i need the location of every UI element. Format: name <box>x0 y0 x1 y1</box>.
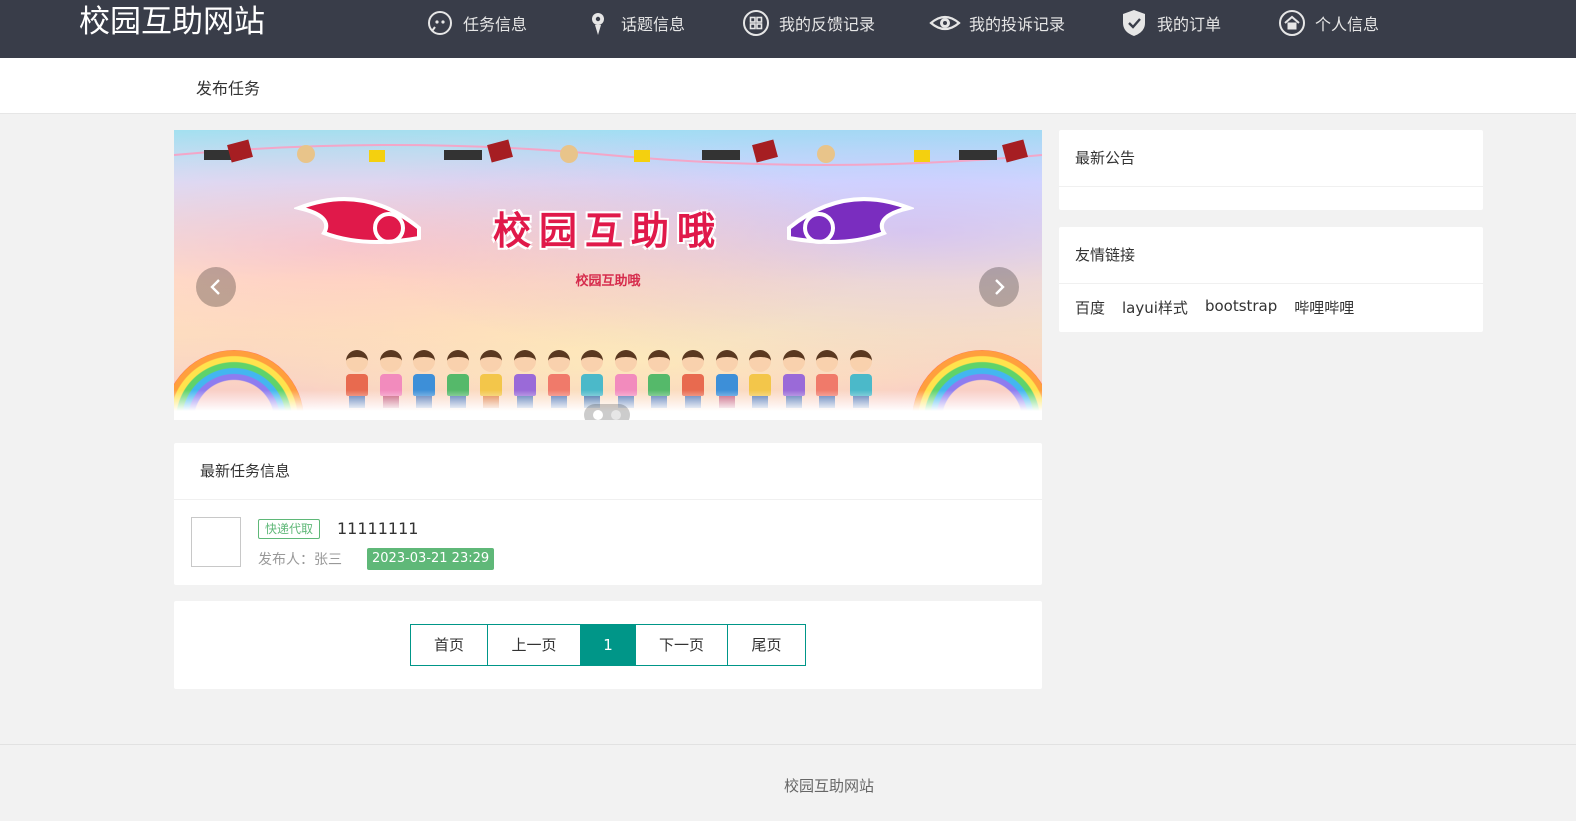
notice-heading: 最新公告 <box>1059 130 1483 187</box>
latest-tasks-panel: 最新任务信息 快递代取 11111111 发布人：张三 2023-03-21 2… <box>174 443 1042 585</box>
link-bilibili[interactable]: 哔哩哔哩 <box>1294 297 1354 318</box>
friend-links-heading: 友情链接 <box>1059 227 1483 284</box>
latest-tasks-heading: 最新任务信息 <box>174 443 1042 500</box>
first-page-button[interactable]: 首页 <box>410 624 488 666</box>
banner-title: 校园互助哦 <box>492 208 723 253</box>
pagination-panel: 首页 上一页 1 下一页 尾页 <box>174 601 1042 689</box>
nav-personal-info[interactable]: 个人信息 <box>1277 7 1379 39</box>
friend-links-panel: 友情链接 百度 layui样式 bootstrap 哔哩哔哩 <box>1059 227 1483 332</box>
nav-label: 我的订单 <box>1157 15 1222 34</box>
next-page-button[interactable]: 下一页 <box>636 624 728 666</box>
footer: 校园互助网站 <box>0 744 1576 821</box>
nav-label: 任务信息 <box>463 15 528 34</box>
notice-panel: 最新公告 <box>1059 130 1483 210</box>
task-title[interactable]: 11111111 <box>337 519 418 538</box>
eye-icon <box>929 8 961 38</box>
footer-text: 校园互助网站 <box>783 777 874 795</box>
prev-page-button[interactable]: 上一页 <box>488 624 581 666</box>
link-baidu[interactable]: 百度 <box>1075 297 1105 318</box>
task-thumbnail[interactable] <box>191 517 241 567</box>
nav-my-orders[interactable]: 我的订单 <box>1119 7 1221 39</box>
chevron-left-icon <box>210 279 220 295</box>
nav-label: 我的反馈记录 <box>779 15 876 34</box>
site-logo[interactable]: 校园互助网站 <box>79 2 265 42</box>
link-bootstrap[interactable]: bootstrap <box>1205 297 1277 318</box>
list-item[interactable]: 快递代取 11111111 发布人：张三 2023-03-21 23:29 <box>174 500 1042 585</box>
nav-topic-info[interactable]: 话题信息 <box>583 7 685 39</box>
decoration-ribbon <box>174 139 1042 166</box>
bulb-icon <box>583 8 613 38</box>
carousel-dot[interactable] <box>593 410 603 420</box>
nav-complaint-records[interactable]: 我的投诉记录 <box>929 7 1065 39</box>
current-page-button[interactable]: 1 <box>581 624 636 666</box>
friend-links-list: 百度 layui样式 bootstrap 哔哩哔哩 <box>1075 297 1354 318</box>
shield-check-icon <box>1119 8 1149 38</box>
chat-icon <box>425 8 455 38</box>
top-navbar: 校园互助网站 任务信息 话题信息 我的反馈记录 我的投诉记录 我的订单 个人信息 <box>0 0 1576 58</box>
apps-icon <box>741 8 771 38</box>
nav-task-info[interactable]: 任务信息 <box>425 7 527 39</box>
nav-label: 我的投诉记录 <box>969 15 1066 34</box>
carousel-indicator <box>584 404 630 420</box>
nav-label: 个人信息 <box>1315 15 1380 34</box>
sub-navbar: 发布任务 <box>0 58 1576 114</box>
pagination: 首页 上一页 1 下一页 尾页 <box>410 624 806 666</box>
carousel-prev-button[interactable] <box>196 267 236 307</box>
nav-label: 话题信息 <box>621 15 686 34</box>
task-publisher: 发布人：张三 <box>258 552 342 568</box>
chevron-right-icon <box>995 279 1005 295</box>
carousel-next-button[interactable] <box>979 267 1019 307</box>
publish-task-link[interactable]: 发布任务 <box>196 75 260 99</box>
link-layui[interactable]: layui样式 <box>1122 297 1188 318</box>
nav-feedback-records[interactable]: 我的反馈记录 <box>741 7 875 39</box>
last-page-button[interactable]: 尾页 <box>728 624 806 666</box>
home-icon <box>1277 8 1307 38</box>
carousel-dot[interactable] <box>611 410 621 420</box>
banner-carousel: 校园互助哦 校园互助哦 <box>174 130 1042 420</box>
banner-subtitle: 校园互助哦 <box>575 274 641 289</box>
task-category-tag: 快递代取 <box>258 519 321 539</box>
task-time-badge: 2023-03-21 23:29 <box>367 548 495 570</box>
